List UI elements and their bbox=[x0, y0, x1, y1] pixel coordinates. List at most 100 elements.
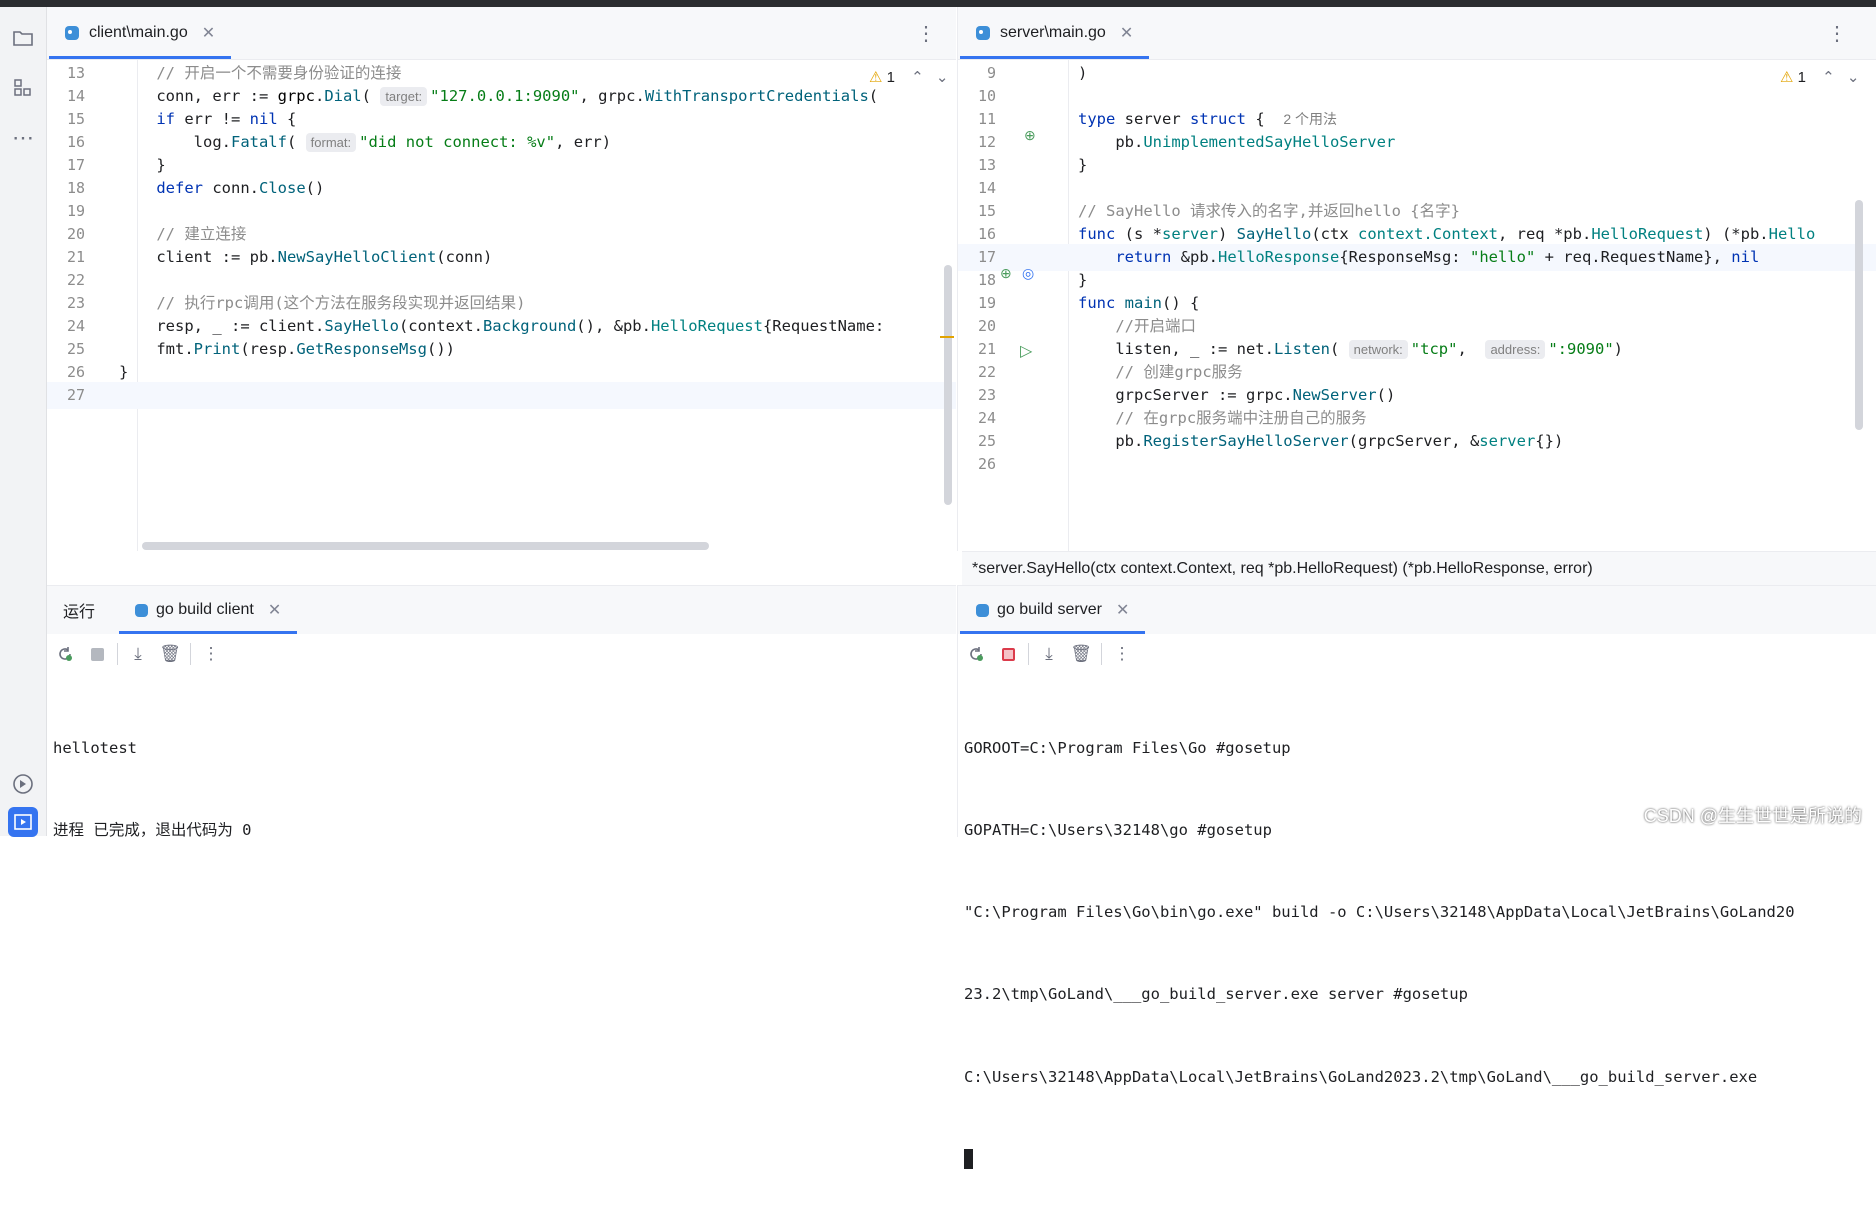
code-token: // 建立连接 bbox=[156, 225, 247, 243]
warning-count: 1 bbox=[1797, 69, 1806, 86]
close-icon[interactable]: ✕ bbox=[202, 23, 215, 43]
left-tab-bar: client\main.go ✕ ⋮ bbox=[47, 7, 956, 60]
code-token: ( bbox=[286, 133, 306, 151]
code-token: Close bbox=[259, 179, 306, 197]
more-options-icon[interactable]: ⋮ bbox=[1106, 638, 1138, 670]
scroll-to-end-icon[interactable]: ⤓ bbox=[122, 638, 154, 670]
code-token: HelloRequest bbox=[650, 317, 763, 335]
warning-icon: ⚠ bbox=[869, 69, 883, 86]
code-token: ( bbox=[868, 87, 879, 105]
run-gutter-icon[interactable]: ▷ bbox=[1020, 341, 1032, 361]
panel-title: 运行 bbox=[63, 604, 96, 621]
code-token: func bbox=[1078, 225, 1116, 243]
active-tab-indicator bbox=[960, 56, 1150, 59]
code-token: (s * bbox=[1115, 225, 1162, 243]
override-gutter-icon[interactable]: ◎ bbox=[1022, 265, 1034, 282]
tab-client-main[interactable]: client\main.go ✕ bbox=[49, 7, 232, 59]
code-token: Fatalf bbox=[230, 133, 287, 151]
code-token: {ResponseMsg: bbox=[1339, 248, 1470, 266]
code-token: } bbox=[1078, 271, 1088, 289]
scroll-to-end-icon[interactable]: ⤓ bbox=[1033, 638, 1065, 670]
rerun-icon[interactable] bbox=[49, 638, 81, 670]
code-token: {RequestName: bbox=[762, 317, 885, 335]
code-token: "127.0.0.1:9090" bbox=[430, 87, 580, 105]
tab-go-build-client[interactable]: go build client ✕ bbox=[119, 586, 298, 634]
implementation-gutter-icon[interactable]: ⊕ bbox=[1024, 127, 1036, 144]
run-panel-client: 运行 go build client ✕ ⤓ 🗑 ⋮ hellotest 进程 … bbox=[47, 585, 956, 839]
console-output[interactable]: hellotest 进程 已完成，退出代码为 0 bbox=[53, 680, 950, 899]
more-options-icon[interactable]: ⋮ bbox=[1827, 21, 1847, 46]
tool-window-bar: ⋯ bbox=[0, 7, 47, 837]
console-line: 进程 已完成，退出代码为 0 bbox=[53, 821, 252, 840]
code-token: err != bbox=[175, 110, 250, 128]
active-tab-indicator bbox=[49, 56, 232, 59]
inspection-widget[interactable]: ⚠ 1 ⌃ ⌄ bbox=[869, 68, 948, 86]
code-token: ) bbox=[1613, 340, 1623, 358]
chevron-down-icon[interactable]: ⌄ bbox=[1847, 69, 1860, 86]
code-token: nil bbox=[249, 110, 278, 128]
toolbar-separator bbox=[117, 643, 118, 665]
code-token: // 开启一个不需要身份验证的连接 bbox=[156, 64, 402, 82]
code-token: server bbox=[1162, 225, 1218, 243]
close-icon[interactable]: ✕ bbox=[1120, 23, 1133, 43]
stop-icon[interactable] bbox=[992, 638, 1024, 670]
code-token: pb. bbox=[1078, 133, 1144, 151]
run-toolbar: ⤓ 🗑 ⋮ bbox=[958, 634, 1876, 674]
chevron-up-icon[interactable]: ⌃ bbox=[911, 69, 924, 86]
code-token: func bbox=[1078, 294, 1116, 312]
run-tool-icon[interactable] bbox=[8, 807, 38, 837]
console-output[interactable]: GOROOT=C:\Program Files\Go #gosetup GOPA… bbox=[964, 680, 1871, 1228]
more-options-icon[interactable]: ⋮ bbox=[916, 21, 936, 46]
right-code-editor[interactable]: 9) 10 11 type server struct { 2 个用法 12 pb.Un… bbox=[958, 60, 1876, 551]
code-token: main bbox=[1124, 294, 1162, 312]
console-input-line[interactable] bbox=[964, 1146, 1871, 1173]
code-token: listen, _ := net. bbox=[1078, 340, 1274, 358]
close-icon[interactable]: ✕ bbox=[268, 600, 281, 620]
chevron-up-icon[interactable]: ⌃ bbox=[1822, 69, 1835, 86]
stop-icon[interactable] bbox=[81, 638, 113, 670]
left-code-editor[interactable]: 13 // 开启一个不需要身份验证的连接 14 conn, err := grpc… bbox=[47, 60, 956, 551]
code-line[interactable]: 26 bbox=[958, 451, 1876, 478]
tab-label: go build server bbox=[997, 601, 1102, 618]
parameter-hint: address: bbox=[1485, 340, 1546, 359]
code-token: HelloResponse bbox=[1218, 248, 1340, 266]
code-line[interactable]: 27 bbox=[47, 382, 956, 409]
parameter-hint: format: bbox=[305, 133, 357, 152]
more-options-icon[interactable]: ⋮ bbox=[195, 638, 227, 670]
code-token: (grpcServer, & bbox=[1348, 432, 1480, 450]
warning-marker bbox=[940, 336, 954, 338]
structure-icon[interactable] bbox=[8, 73, 38, 103]
right-tab-bar: server\main.go ✕ ⋮ bbox=[958, 7, 1876, 60]
code-token: + req.RequestName}, bbox=[1535, 248, 1732, 266]
vertical-scrollbar[interactable] bbox=[944, 265, 952, 505]
close-icon[interactable]: ✕ bbox=[1116, 600, 1129, 620]
code-token: conn, err := bbox=[119, 87, 278, 105]
services-icon[interactable] bbox=[8, 769, 38, 799]
code-token: nil bbox=[1731, 248, 1760, 266]
rerun-icon[interactable] bbox=[960, 638, 992, 670]
tab-go-build-server[interactable]: go build server ✕ bbox=[960, 586, 1146, 634]
tab-server-main[interactable]: server\main.go ✕ bbox=[960, 7, 1150, 59]
warning-count: 1 bbox=[886, 69, 895, 86]
breadcrumb[interactable]: *server.SayHello(ctx context.Context, re… bbox=[962, 551, 1876, 586]
vertical-scrollbar[interactable] bbox=[1855, 200, 1863, 430]
code-token: server bbox=[1115, 110, 1190, 128]
more-tools-icon[interactable]: ⋯ bbox=[8, 123, 38, 153]
implementation-gutter-icon[interactable]: ⊕ bbox=[1000, 265, 1012, 282]
inspection-widget[interactable]: ⚠ 1 ⌃ ⌄ bbox=[1780, 68, 1859, 86]
code-token: log. bbox=[119, 133, 231, 151]
trash-icon[interactable]: 🗑 bbox=[1065, 638, 1097, 670]
project-folder-icon[interactable] bbox=[8, 23, 38, 53]
horizontal-scrollbar[interactable] bbox=[142, 542, 709, 550]
code-token: // 执行rpc调用(这个方法在服务段实现并返回结果) bbox=[156, 294, 526, 312]
code-token: Hello bbox=[1768, 225, 1816, 243]
toolbar-separator bbox=[1101, 643, 1102, 665]
chevron-down-icon[interactable]: ⌄ bbox=[936, 69, 949, 86]
code-token: SayHello bbox=[324, 317, 399, 335]
left-editor-pane: client\main.go ✕ ⋮ 13 // 开启一个不需要身份验证的连接 1… bbox=[47, 7, 956, 551]
code-token: ( bbox=[1329, 340, 1349, 358]
trash-icon[interactable]: 🗑 bbox=[154, 638, 186, 670]
